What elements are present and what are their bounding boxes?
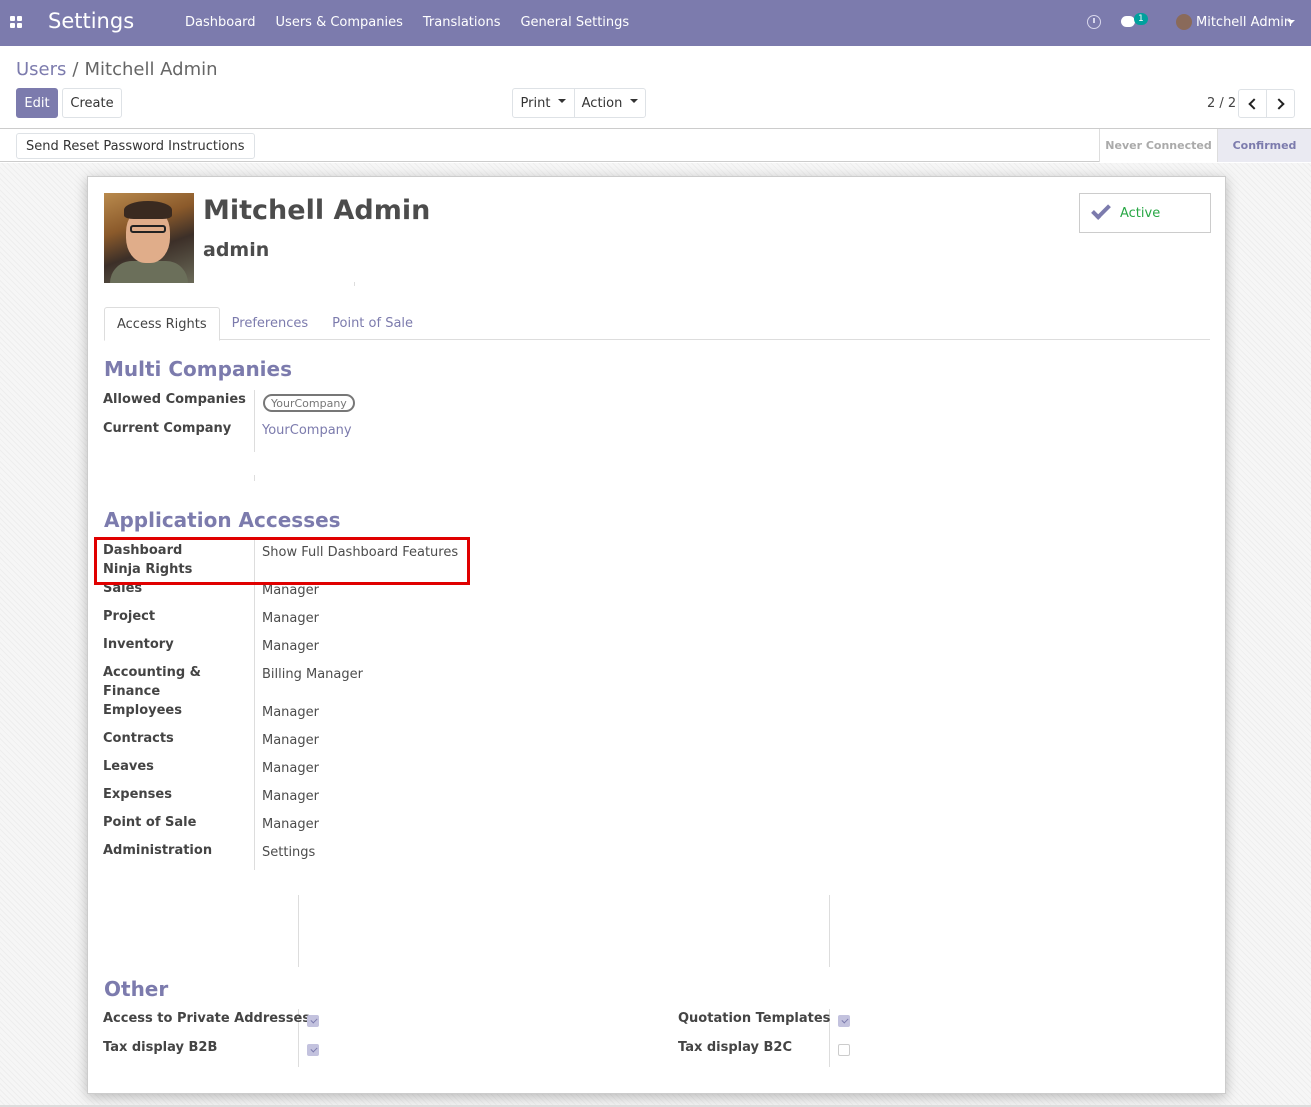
caret-down-icon [558,99,567,103]
tab-access-rights[interactable]: Access Rights [104,307,220,341]
pager-value[interactable]: 2 / 2 [1207,96,1236,111]
chevron-right-icon [1273,97,1285,110]
messaging-chat-icon[interactable] [1121,16,1135,27]
user-login: admin [203,239,270,261]
main-menu: Dashboard Users & Companies Translations… [175,15,639,30]
check-icon [1091,200,1111,220]
form-sheet: Mitchell Admin admin Active Access Right… [87,176,1226,1094]
leaves-value[interactable]: Manager [262,761,319,776]
inventory-value[interactable]: Manager [262,639,319,654]
active-toggle-button[interactable]: Active [1079,193,1211,233]
menu-item-translations[interactable]: Translations [423,15,501,30]
chevron-left-icon [1248,97,1260,110]
breadcrumb-current: Mitchell Admin [84,59,218,80]
active-label: Active [1120,205,1161,221]
point-of-sale-value[interactable]: Manager [262,817,319,832]
create-button[interactable]: Create [62,88,122,118]
field-divider [254,390,255,452]
breadcrumb-separator: / [72,59,79,80]
private-addresses-checkbox[interactable] [307,1015,319,1027]
send-reset-password-button[interactable]: Send Reset Password Instructions [16,133,255,159]
user-photo[interactable] [104,193,194,283]
apps-menu-icon[interactable] [10,16,22,28]
expenses-label: Expenses [103,787,172,802]
breadcrumb: Users / Mitchell Admin [16,59,218,80]
accounting-finance-value[interactable]: Billing Manager [262,667,363,682]
section-application-accesses: Application Accesses [104,508,341,532]
stage-confirmed: Confirmed [1217,129,1311,162]
tax-display-b2b-label: Tax display B2B [103,1040,218,1055]
form-statusbar: Send Reset Password Instructions Never C… [0,129,1311,162]
administration-value[interactable]: Settings [262,845,315,860]
contracts-value[interactable]: Manager [262,733,319,748]
user-menu-caret-icon[interactable] [1287,20,1295,24]
caret-down-icon [630,99,639,103]
pager-next-button[interactable] [1266,89,1295,118]
field-divider [254,540,255,870]
menu-item-general-settings[interactable]: General Settings [520,15,629,30]
inventory-label: Inventory [103,637,174,652]
tax-display-b2c-checkbox[interactable] [838,1044,850,1056]
contracts-label: Contracts [103,731,174,746]
field-divider [829,895,830,967]
highlight-annotation-box [94,537,470,585]
print-dropdown-button[interactable]: Print [512,88,575,118]
project-label: Project [103,609,156,624]
stage-never-connected: Never Connected [1099,129,1217,162]
edit-button[interactable]: Edit [16,88,58,118]
allowed-companies-label: Allowed Companies [103,392,246,407]
administration-label: Administration [103,843,213,858]
accounting-finance-label: Accounting & Finance [103,665,202,699]
app-brand[interactable]: Settings [48,9,134,33]
employees-value[interactable]: Manager [262,705,319,720]
tab-preferences[interactable]: Preferences [220,307,320,340]
top-navbar: Settings Dashboard Users & Companies Tra… [0,0,1311,46]
user-avatar[interactable] [1176,14,1192,30]
activity-clock-icon[interactable] [1087,15,1101,29]
breadcrumb-users-link[interactable]: Users [16,59,66,80]
field-divider [354,282,355,286]
sales-value[interactable]: Manager [262,583,319,598]
action-dropdown-button[interactable]: Action [574,88,646,118]
field-divider [298,895,299,967]
user-menu-name[interactable]: Mitchell Admin [1196,15,1292,30]
allowed-company-tag[interactable]: YourCompany [263,394,355,412]
pager-previous-button[interactable] [1238,89,1267,118]
leaves-label: Leaves [103,759,154,774]
action-label: Action [581,95,623,111]
private-addresses-label: Access to Private Addresses [103,1011,311,1026]
section-multi-companies: Multi Companies [104,357,293,381]
tax-display-b2c-label: Tax display B2C [678,1040,793,1055]
quotation-templates-checkbox[interactable] [838,1015,850,1027]
section-other: Other [104,977,169,1001]
photo-glasses [130,225,166,233]
tax-display-b2b-checkbox[interactable] [307,1044,319,1056]
create-button-label: Create [70,95,114,111]
user-name-title: Mitchell Admin [203,195,431,226]
photo-hair [124,201,172,219]
menu-item-users-companies[interactable]: Users & Companies [276,15,403,30]
current-company-label: Current Company [103,421,232,436]
expenses-value[interactable]: Manager [262,789,319,804]
tab-point-of-sale[interactable]: Point of Sale [320,307,425,340]
menu-item-dashboard[interactable]: Dashboard [185,15,256,30]
notebook-tabs: Access Rights Preferences Point of Sale [104,307,1210,341]
chat-count-badge: 1 [1134,13,1148,25]
quotation-templates-label: Quotation Templates [678,1011,831,1026]
employees-label: Employees [103,703,182,718]
field-divider [254,475,255,481]
current-company-link[interactable]: YourCompany [262,423,352,438]
print-label: Print [520,95,551,111]
photo-shirt [110,261,188,283]
point-of-sale-label: Point of Sale [103,815,197,830]
status-stages: Never Connected Confirmed [1099,129,1311,162]
project-value[interactable]: Manager [262,611,319,626]
